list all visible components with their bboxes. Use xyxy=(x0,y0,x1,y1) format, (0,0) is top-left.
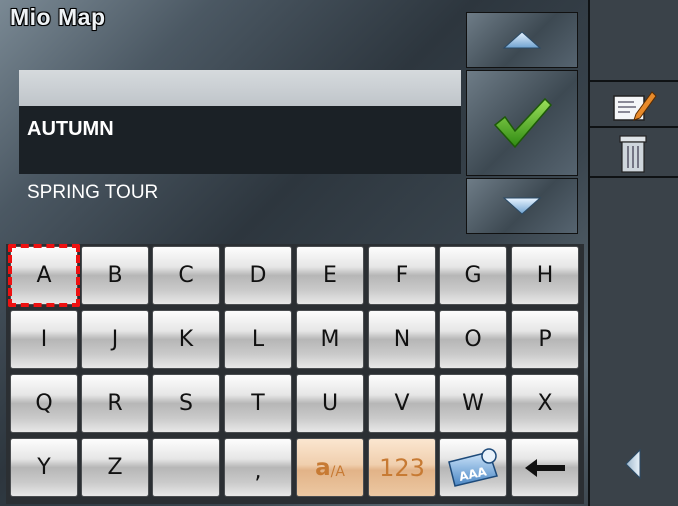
backspace-arrow-icon xyxy=(525,458,565,477)
key-h[interactable]: H xyxy=(511,246,579,305)
edit-button[interactable] xyxy=(610,86,658,126)
list-item[interactable]: SPRING TOUR xyxy=(19,174,461,238)
key-q[interactable]: Q xyxy=(10,374,78,433)
keyboard-layout-key[interactable]: AAA xyxy=(439,438,507,497)
key-u[interactable]: U xyxy=(296,374,364,433)
key-w[interactable]: W xyxy=(439,374,507,433)
up-arrow-icon xyxy=(502,31,542,49)
key-g[interactable]: G xyxy=(439,246,507,305)
list-item-label: AUTUMN xyxy=(27,118,114,140)
keyboard-layout-icon: AAA xyxy=(448,447,498,487)
toolbar-divider xyxy=(590,80,678,82)
backspace-key[interactable] xyxy=(511,438,579,497)
checkmark-icon xyxy=(493,97,553,149)
key-s[interactable]: S xyxy=(152,374,220,433)
main-panel: Mio Map AUTUMN SPRING TOUR A B C D E F G… xyxy=(0,0,588,506)
space-key[interactable] xyxy=(152,438,220,497)
key-n[interactable]: N xyxy=(368,310,436,369)
toolbar-divider xyxy=(590,176,678,178)
key-f[interactable]: F xyxy=(368,246,436,305)
key-r[interactable]: R xyxy=(81,374,149,433)
case-toggle-key[interactable]: a/A xyxy=(296,438,364,497)
key-t[interactable]: T xyxy=(224,374,292,433)
route-list: AUTUMN SPRING TOUR xyxy=(19,70,461,242)
key-j[interactable]: J xyxy=(81,310,149,369)
key-v[interactable]: V xyxy=(368,374,436,433)
back-button[interactable] xyxy=(610,444,658,484)
app-title: Mio Map xyxy=(10,4,106,30)
toolbar-divider xyxy=(590,126,678,128)
case-key-sub: /A xyxy=(330,463,345,480)
numeric-key[interactable]: 123 xyxy=(368,438,436,497)
case-key-main: a xyxy=(315,454,331,481)
scroll-up-button[interactable] xyxy=(466,12,578,68)
back-arrow-icon xyxy=(625,448,641,480)
screen: Mio Map AUTUMN SPRING TOUR A B C D E F G… xyxy=(0,0,678,506)
key-o[interactable]: O xyxy=(439,310,507,369)
list-item-label: SPRING TOUR xyxy=(27,182,159,203)
key-k[interactable]: K xyxy=(152,310,220,369)
on-screen-keyboard: A B C D E F G H I J K L M N O P Q R S T … xyxy=(6,244,584,504)
key-c[interactable]: C xyxy=(152,246,220,305)
trash-icon xyxy=(619,135,647,173)
scroll-down-button[interactable] xyxy=(466,178,578,234)
list-item[interactable] xyxy=(19,70,461,106)
list-item-selected[interactable]: AUTUMN xyxy=(19,106,461,174)
right-toolbar xyxy=(588,0,678,506)
key-z[interactable]: Z xyxy=(81,438,149,497)
key-y[interactable]: Y xyxy=(10,438,78,497)
confirm-button[interactable] xyxy=(466,70,578,176)
key-p[interactable]: P xyxy=(511,310,579,369)
key-l[interactable]: L xyxy=(224,310,292,369)
key-i[interactable]: I xyxy=(10,310,78,369)
key-d[interactable]: D xyxy=(224,246,292,305)
key-b[interactable]: B xyxy=(81,246,149,305)
key-x[interactable]: X xyxy=(511,374,579,433)
key-e[interactable]: E xyxy=(296,246,364,305)
delete-button[interactable] xyxy=(610,132,658,173)
down-arrow-icon xyxy=(502,197,542,215)
edit-icon xyxy=(613,91,657,121)
comma-key[interactable]: , xyxy=(224,438,292,497)
key-m[interactable]: M xyxy=(296,310,364,369)
key-a[interactable]: A xyxy=(8,244,80,307)
